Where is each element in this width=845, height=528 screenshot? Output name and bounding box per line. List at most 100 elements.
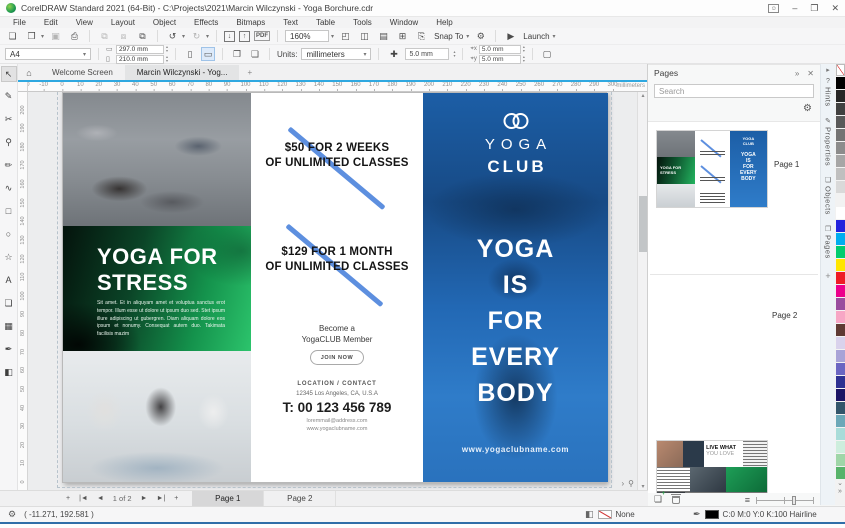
new-document-button[interactable]: ❏ [5, 29, 20, 43]
rectangle-tool[interactable]: □ [1, 204, 17, 220]
color-swatch[interactable] [836, 220, 845, 232]
units-combo[interactable]: millimeters▾ [301, 48, 371, 60]
page-width-field[interactable]: 297.0 mm [116, 45, 164, 54]
page-height-spinner[interactable]: ▴▾ [166, 55, 168, 63]
menu-layout[interactable]: Layout [102, 18, 144, 27]
tab-active-document[interactable]: Marcin Wilczynski - Yog... [125, 65, 240, 80]
delete-page-button[interactable] [672, 496, 680, 504]
thumbnail-size-slider[interactable] [756, 495, 814, 505]
color-swatch[interactable] [836, 402, 845, 414]
color-swatch[interactable] [836, 376, 845, 388]
yoga-class-photo[interactable] [63, 93, 251, 226]
color-swatch[interactable] [836, 77, 845, 89]
docker-tab-objects[interactable]: ❏Objects [824, 176, 833, 215]
crop-tool[interactable]: ✂ [1, 112, 17, 128]
transparency-tool[interactable]: ❏ [1, 296, 17, 312]
pattern-fill-tool[interactable]: ▦ [1, 319, 17, 335]
color-swatch[interactable] [836, 90, 845, 102]
portrait-button[interactable]: ▯ [183, 47, 197, 61]
scrollbar-thumb[interactable] [639, 196, 647, 252]
brochure-panel-stress[interactable]: YOGA FOR STRESS Sit amet. Et in aliquyam… [63, 93, 251, 482]
duplicate-y-spinner[interactable]: ▴▾ [523, 55, 525, 63]
color-swatch[interactable] [836, 350, 845, 362]
new-page-button[interactable]: ❏+ [654, 494, 662, 505]
color-swatch[interactable] [836, 207, 845, 219]
docker-close-icon[interactable]: ✕ [807, 69, 814, 78]
vertical-scrollbar[interactable]: ▴ ▾ [637, 92, 647, 490]
landscape-button[interactable]: ▭ [201, 47, 215, 61]
shape-tool[interactable]: ✎ [1, 89, 17, 105]
list-view-icon[interactable]: ≡ [745, 495, 750, 505]
docker-tab-hints[interactable]: ?Hints [824, 78, 833, 107]
add-page-end-button[interactable]: + [174, 495, 178, 502]
page-tab-page-1[interactable]: Page 1 [192, 491, 264, 506]
color-swatch[interactable] [836, 194, 845, 206]
color-swatch[interactable] [836, 415, 845, 427]
options-gear-icon[interactable]: ⚙ [473, 29, 488, 43]
docker-collapse-icon[interactable]: » [795, 69, 799, 78]
color-swatch[interactable] [836, 324, 845, 336]
snap-to-dropdown-icon[interactable]: ▾ [466, 33, 469, 40]
print-button[interactable]: ⎙ [67, 29, 82, 43]
color-swatch[interactable] [836, 142, 845, 154]
publish-pdf-button[interactable]: PDF [254, 31, 270, 41]
zoom-level-combo[interactable]: 160% [285, 30, 329, 42]
curve-tool[interactable]: ∿ [1, 181, 17, 197]
docker-tab-properties[interactable]: ✎Properties [824, 117, 833, 166]
minimize-button[interactable]: – [792, 3, 797, 13]
menu-table[interactable]: Table [307, 18, 344, 27]
color-swatch[interactable] [836, 233, 845, 245]
snap-to-label[interactable]: Snap To [434, 32, 463, 41]
color-swatch[interactable] [836, 181, 845, 193]
menu-edit[interactable]: Edit [35, 18, 67, 27]
status-gear-icon[interactable]: ⚙ [8, 509, 16, 520]
menu-window[interactable]: Window [381, 18, 427, 27]
color-swatch[interactable] [836, 103, 845, 115]
color-swatch[interactable] [836, 389, 845, 401]
sign-in-icon[interactable]: ☺ [768, 4, 779, 13]
treat-as-filled-button[interactable]: ▢ [540, 47, 554, 61]
color-swatch[interactable] [836, 116, 845, 128]
menu-view[interactable]: View [67, 18, 102, 27]
ruler-origin-corner[interactable] [18, 82, 28, 92]
color-swatch[interactable] [836, 454, 845, 466]
undo-dropdown-icon[interactable]: ▾ [182, 33, 185, 40]
tab-welcome-screen[interactable]: Welcome Screen [40, 65, 125, 80]
page-2-label[interactable]: Page 2 [772, 311, 797, 320]
brochure-panel-cover[interactable]: YOGA CLUB YOGA IS FOR EVERY BODY www.yog… [423, 93, 608, 482]
color-swatch[interactable] [836, 467, 845, 479]
freehand-tool[interactable]: ✏ [1, 158, 17, 174]
full-screen-preview-button[interactable]: ◰ [338, 29, 353, 43]
page-1-label[interactable]: Page 1 [774, 160, 799, 169]
nudge-spinner[interactable]: ▴▾ [453, 50, 455, 58]
seated-yoga-photo[interactable] [63, 351, 251, 482]
paste-button[interactable]: ⧉ [135, 29, 150, 43]
first-page-button[interactable]: |◄ [79, 495, 88, 502]
canvas-corner-tools[interactable]: › ⚲ [621, 479, 634, 488]
menu-file[interactable]: File [4, 18, 35, 27]
vertical-ruler[interactable]: 2001901801701601501401301201101009080706… [18, 92, 28, 490]
strip-expand-icon[interactable]: ▸ [826, 66, 830, 74]
duplicate-x-spinner[interactable]: ▴▾ [523, 45, 525, 53]
drawing-canvas[interactable]: YOGA FOR STRESS Sit amet. Et in aliquyam… [28, 92, 637, 490]
open-button[interactable]: ❒ [24, 29, 39, 43]
brochure-page[interactable]: YOGA FOR STRESS Sit amet. Et in aliquyam… [62, 92, 607, 483]
zoom-tool[interactable]: ⚲ [1, 135, 17, 151]
launch-dropdown-icon[interactable]: ▾ [553, 33, 556, 40]
color-swatch[interactable] [836, 428, 845, 440]
nudge-field[interactable]: 5.0 mm [405, 48, 449, 60]
color-swatch[interactable] [836, 246, 845, 258]
menu-tools[interactable]: Tools [344, 18, 381, 27]
page-width-spinner[interactable]: ▴▾ [166, 45, 168, 53]
color-swatch[interactable] [836, 363, 845, 375]
join-now-button[interactable]: JOIN NOW [310, 350, 364, 365]
undo-button[interactable]: ↺ [165, 29, 180, 43]
ellipse-tool[interactable]: ○ [1, 227, 17, 243]
no-color-swatch[interactable] [836, 64, 845, 76]
color-swatch[interactable] [836, 259, 845, 271]
cut-button[interactable]: ⧉ [97, 29, 112, 43]
duplicate-x-field[interactable]: 5.0 mm [479, 45, 521, 54]
page-size-preset-combo[interactable]: A4▾ [5, 48, 91, 60]
pages-options-gear-icon[interactable]: ⚙ [803, 103, 812, 114]
docker-tab-pages[interactable]: ❐Pages [824, 225, 833, 259]
